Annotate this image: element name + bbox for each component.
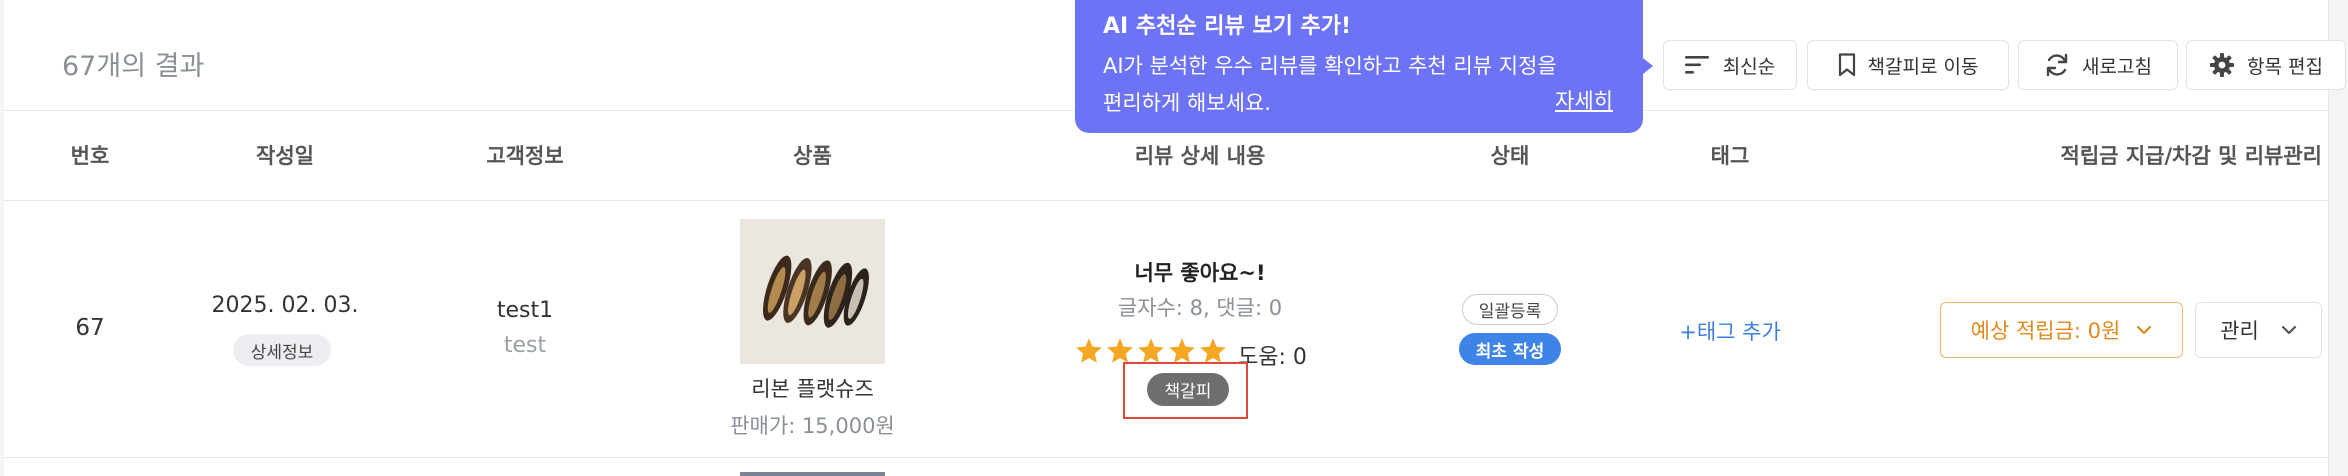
left-edge xyxy=(0,0,4,476)
product-thumbnail[interactable] xyxy=(740,219,885,364)
column-header-tag: 태그 xyxy=(1710,144,1750,168)
column-header-product: 상품 xyxy=(793,144,832,168)
star-icon xyxy=(1107,338,1133,363)
tooltip-body: AI가 분석한 우수 리뷰를 확인하고 추천 리뷰 지정을 편리하게 해보세요. xyxy=(1103,48,1615,122)
row-divider xyxy=(4,457,2328,458)
product-price: 판매가: 15,000원 xyxy=(730,414,895,438)
status-bulk-chip: 일괄등록 xyxy=(1462,294,1558,325)
column-header-review: 리뷰 상세 내용 xyxy=(1134,144,1266,168)
sort-icon xyxy=(1684,56,1709,74)
refresh-button[interactable]: 새로고침 xyxy=(2018,40,2178,90)
product-image xyxy=(740,219,885,364)
tooltip-title: AI 추천순 리뷰 보기 추가! xyxy=(1103,14,1352,39)
manage-select-label: 관리 xyxy=(2220,319,2259,343)
star-icon xyxy=(1169,338,1195,363)
column-header-reward: 적립금 지급/차감 및 리뷰관리 xyxy=(2060,144,2322,168)
next-row-thumbnail[interactable] xyxy=(740,472,885,476)
column-header-number: 번호 xyxy=(70,144,110,168)
edit-columns-button[interactable]: 항목 편집 xyxy=(2186,40,2346,90)
reward-select-label: 예상 적립금: 0원 xyxy=(1970,319,2121,343)
result-count: 67개의 결과 xyxy=(62,51,205,82)
customer-name: test xyxy=(503,333,547,358)
go-to-bookmark-button[interactable]: 책갈피로 이동 xyxy=(1807,40,2009,90)
review-title[interactable]: 너무 좋아요~! xyxy=(1050,257,1350,287)
star-rating xyxy=(1075,337,1227,364)
row-number: 67 xyxy=(75,315,105,341)
tooltip-body-line-1: AI가 분석한 우수 리뷰를 확인하고 추천 리뷰 지정을 xyxy=(1103,54,1557,78)
sort-button[interactable]: 최신순 xyxy=(1663,40,1797,90)
refresh-label: 새로고침 xyxy=(2082,55,2152,78)
tooltip-body-line-2: 편리하게 해보세요. xyxy=(1103,91,1271,115)
bookmark-chip[interactable]: 책갈피 xyxy=(1147,373,1229,406)
column-header-customer: 고객정보 xyxy=(486,144,564,168)
product-name[interactable]: 리본 플랫슈즈 xyxy=(680,373,945,403)
sort-label: 최신순 xyxy=(1722,55,1776,78)
reward-select[interactable]: 예상 적립금: 0원 xyxy=(1940,302,2183,358)
table-header-divider xyxy=(4,200,2328,201)
column-header-date: 작성일 xyxy=(256,144,314,168)
chevron-down-icon xyxy=(2281,325,2296,335)
tooltip-arrow xyxy=(1643,58,1653,74)
manage-select[interactable]: 관리 xyxy=(2195,302,2322,358)
edit-columns-label: 항목 편집 xyxy=(2247,55,2323,78)
review-management-page: 67개의 결과 최신순 책갈피로 이동 새로고침 항목 편집 AI 추천순 리뷰… xyxy=(0,0,2348,476)
star-icon xyxy=(1138,338,1164,363)
detail-info-chip[interactable]: 상세정보 xyxy=(233,334,331,366)
ai-recommend-tooltip: AI 추천순 리뷰 보기 추가! AI가 분석한 우수 리뷰를 확인하고 추천 … xyxy=(1075,0,1643,133)
row-date: 2025. 02. 03. xyxy=(211,293,359,318)
review-helpful-count: 도움: 0 xyxy=(1238,345,1307,370)
chevron-down-icon xyxy=(2137,325,2152,335)
star-icon xyxy=(1076,338,1102,363)
bookmark-icon xyxy=(1838,53,1855,77)
add-tag-link[interactable]: +태그 추가 xyxy=(1660,316,1800,346)
refresh-icon xyxy=(2046,53,2068,77)
bookmark-button-label: 책갈피로 이동 xyxy=(1867,55,1979,78)
status-first-chip: 최초 작성 xyxy=(1459,333,1561,365)
gear-icon xyxy=(2210,53,2235,77)
review-meta: 글자수: 8, 댓글: 0 xyxy=(1117,296,1283,320)
tooltip-more-link[interactable]: 자세히 xyxy=(1555,85,1613,115)
column-header-status: 상태 xyxy=(1490,144,1530,168)
customer-id[interactable]: test1 xyxy=(460,298,590,323)
star-icon xyxy=(1200,338,1226,363)
